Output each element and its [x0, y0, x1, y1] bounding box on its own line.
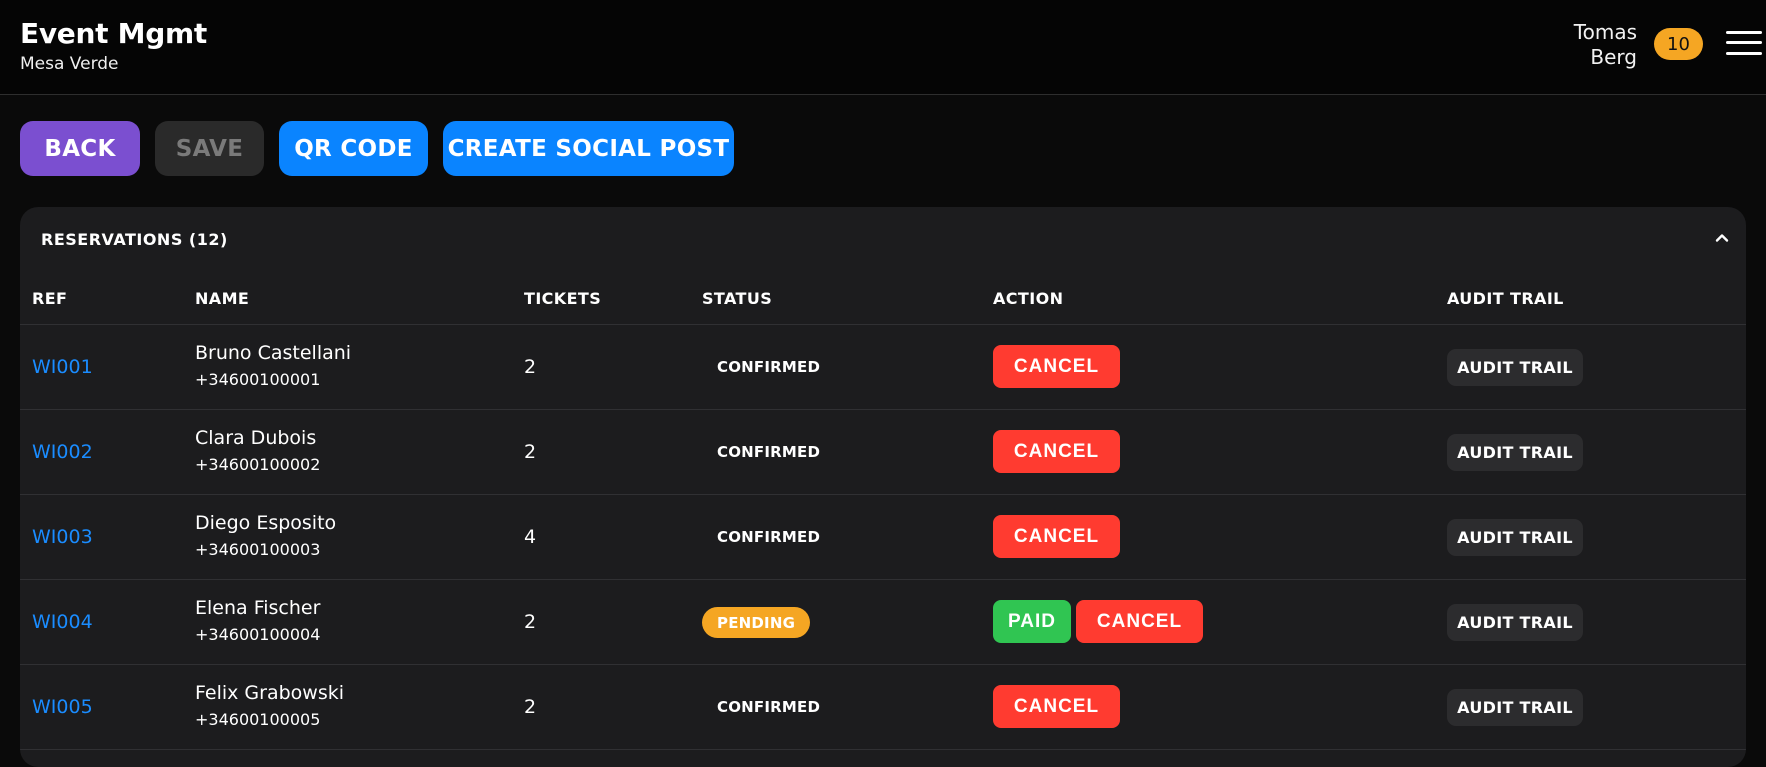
- status-badge: CONFIRMED: [717, 698, 821, 716]
- user-last-name: Berg: [1590, 45, 1637, 69]
- audit-trail-button[interactable]: AUDIT TRAIL: [1447, 604, 1583, 641]
- reservation-ref-link[interactable]: WI001: [32, 356, 93, 378]
- back-button[interactable]: BACK: [20, 121, 140, 176]
- cancel-button[interactable]: CANCEL: [993, 685, 1120, 728]
- column-header-ref: REF: [32, 289, 68, 308]
- table-row: [20, 749, 1746, 767]
- column-header-action: ACTION: [993, 289, 1064, 308]
- cancel-button[interactable]: CANCEL: [993, 345, 1120, 388]
- reservations-title: RESERVATIONS (12): [41, 230, 228, 249]
- reservation-ref-link[interactable]: WI003: [32, 526, 93, 548]
- audit-trail-button[interactable]: AUDIT TRAIL: [1447, 349, 1583, 386]
- user-name[interactable]: Tomas Berg: [1517, 20, 1637, 70]
- guest-name: Clara Dubois: [195, 427, 317, 449]
- qr-code-button[interactable]: QR CODE: [279, 121, 428, 176]
- reservations-panel: RESERVATIONS (12) REF NAME TICKETS STATU…: [20, 207, 1746, 767]
- ticket-count: 2: [524, 696, 537, 718]
- table-row: WI002 Clara Dubois +34600100002 2 CONFIR…: [20, 409, 1746, 494]
- guest-phone: +34600100001: [195, 370, 321, 389]
- guest-name: Felix Grabowski: [195, 682, 345, 704]
- status-badge: CONFIRMED: [717, 358, 821, 376]
- hamburger-menu-icon[interactable]: [1726, 29, 1762, 57]
- cancel-button[interactable]: CANCEL: [993, 430, 1120, 473]
- guest-name: Diego Esposito: [195, 512, 337, 534]
- guest-phone: +34600100002: [195, 455, 321, 474]
- column-header-name: NAME: [195, 289, 250, 308]
- user-first-name: Tomas: [1573, 20, 1637, 44]
- guest-phone: +34600100004: [195, 625, 321, 644]
- create-social-post-button[interactable]: CREATE SOCIAL POST: [443, 121, 734, 176]
- column-header-status: STATUS: [702, 289, 773, 308]
- venue-name: Mesa Verde: [20, 54, 119, 74]
- guest-phone: +34600100003: [195, 540, 321, 559]
- audit-trail-button[interactable]: AUDIT TRAIL: [1447, 434, 1583, 471]
- reservation-ref-link[interactable]: WI004: [32, 611, 93, 633]
- chevron-up-icon[interactable]: [1714, 230, 1730, 246]
- app-header: Event Mgmt Mesa Verde Tomas Berg 10: [0, 0, 1766, 95]
- ticket-count: 4: [524, 526, 537, 548]
- mark-paid-button[interactable]: PAID: [993, 600, 1071, 643]
- guest-name: Elena Fischer: [195, 597, 321, 619]
- cancel-button[interactable]: CANCEL: [993, 515, 1120, 558]
- table-row: WI004 Elena Fischer +34600100004 2 PENDI…: [20, 579, 1746, 664]
- reservation-ref-link[interactable]: WI002: [32, 441, 93, 463]
- audit-trail-button[interactable]: AUDIT TRAIL: [1447, 519, 1583, 556]
- guest-name: Bruno Castellani: [195, 342, 352, 364]
- table-row: WI003 Diego Esposito +34600100003 4 CONF…: [20, 494, 1746, 579]
- audit-trail-button[interactable]: AUDIT TRAIL: [1447, 689, 1583, 726]
- reservation-ref-link[interactable]: WI005: [32, 696, 93, 718]
- status-badge: CONFIRMED: [717, 528, 821, 546]
- cancel-button[interactable]: CANCEL: [1076, 600, 1203, 643]
- save-button[interactable]: SAVE: [155, 121, 264, 176]
- status-badge: CONFIRMED: [717, 443, 821, 461]
- column-header-tickets: TICKETS: [524, 289, 602, 308]
- column-header-audit-trail: AUDIT TRAIL: [1447, 289, 1564, 308]
- table-row: WI001 Bruno Castellani +34600100001 2 CO…: [20, 324, 1746, 409]
- guest-phone: +34600100005: [195, 710, 321, 729]
- status-badge: PENDING: [702, 607, 811, 638]
- ticket-count: 2: [524, 441, 537, 463]
- ticket-count: 2: [524, 356, 537, 378]
- table-row: WI005 Felix Grabowski +34600100005 2 CON…: [20, 664, 1746, 749]
- ticket-count: 2: [524, 611, 537, 633]
- notification-badge[interactable]: 10: [1654, 28, 1703, 60]
- app-title: Event Mgmt: [20, 17, 207, 50]
